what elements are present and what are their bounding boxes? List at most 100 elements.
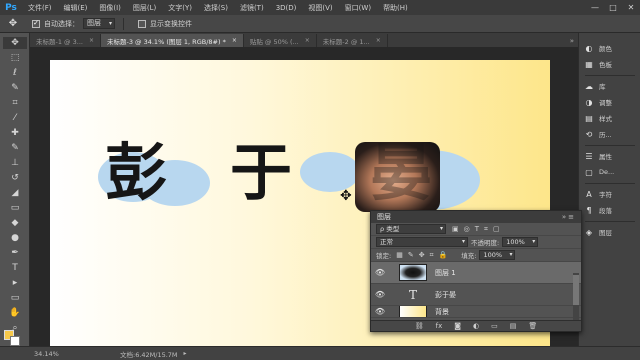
move-tool-icon[interactable]: ✥: [0, 15, 26, 33]
fill-field[interactable]: 100%: [479, 250, 516, 260]
blend-mode-dropdown[interactable]: 正常: [376, 237, 468, 247]
clone-stamp-tool-icon[interactable]: ⊥: [3, 157, 27, 169]
menu-type[interactable]: 文字(Y): [162, 3, 198, 13]
properties-panel-button[interactable]: ☰ 属性: [582, 149, 638, 163]
options-divider: [123, 17, 124, 30]
tab-untitled-1[interactable]: 未标题-1 @ 3... ×: [30, 34, 101, 47]
tab-close-icon[interactable]: ×: [232, 37, 237, 44]
type-filter-icon[interactable]: T: [475, 225, 479, 234]
opacity-field[interactable]: 100%: [502, 237, 539, 247]
tab-label: 未标题-3 @ 34.1% (图层 1, RGB/8#) *: [106, 37, 226, 46]
history-panel-button[interactable]: ⟲ 历...: [582, 127, 638, 141]
pixel-filter-icon[interactable]: ▣: [452, 225, 459, 234]
minimize-icon[interactable]: —: [586, 0, 604, 15]
brush-tool-icon[interactable]: ✎: [3, 142, 27, 154]
lock-artboard-icon[interactable]: ⌗: [430, 251, 434, 260]
lasso-tool-icon[interactable]: ℓ: [3, 67, 27, 79]
layer-row-layer-1[interactable]: 👁 图层 1: [371, 262, 581, 284]
move-tool-icon[interactable]: ✥: [3, 37, 27, 49]
quick-select-tool-icon[interactable]: ✎: [3, 82, 27, 94]
menu-help[interactable]: 帮助(H): [377, 3, 414, 13]
tabs-overflow-icon[interactable]: »: [570, 34, 578, 47]
lock-position-icon[interactable]: ✥: [419, 251, 425, 260]
dock-label: 历...: [599, 131, 612, 139]
gradient-tool-icon[interactable]: ▭: [3, 202, 27, 214]
adjustments-panel-button[interactable]: ◑ 调整: [582, 95, 638, 109]
eyedropper-tool-icon[interactable]: ⁄: [3, 112, 27, 124]
visibility-eye-icon[interactable]: 👁: [371, 290, 389, 299]
auto-select-dropdown[interactable]: 图层: [83, 18, 115, 29]
status-menu-arrow-icon[interactable]: ▸: [184, 350, 187, 357]
tab-close-icon[interactable]: ×: [376, 37, 381, 44]
dodge-tool-icon[interactable]: ●: [3, 232, 27, 244]
menu-image[interactable]: 图像(I): [93, 3, 127, 13]
delete-layer-icon[interactable]: 🗑: [528, 322, 537, 330]
device-preview-panel-button[interactable]: ▢ De...: [582, 165, 638, 179]
visibility-eye-icon[interactable]: 👁: [371, 268, 389, 277]
path-selection-tool-icon[interactable]: ▸: [3, 277, 27, 289]
new-layer-icon[interactable]: ▤: [510, 322, 517, 330]
layer-row-text[interactable]: 👁 T 彭于晏: [371, 284, 581, 306]
layers-scrollbar-thumb[interactable]: [573, 275, 579, 305]
history-brush-tool-icon[interactable]: ↺: [3, 172, 27, 184]
menu-edit[interactable]: 编辑(E): [58, 3, 94, 13]
close-icon[interactable]: ✕: [622, 0, 640, 15]
menu-select[interactable]: 选择(S): [198, 3, 234, 13]
menu-3d[interactable]: 3D(D): [270, 4, 303, 12]
menu-layer[interactable]: 图层(L): [127, 3, 162, 13]
eraser-tool-icon[interactable]: ◢: [3, 187, 27, 199]
tab-close-icon[interactable]: ×: [89, 37, 94, 44]
canvas-character-yan: 晏: [370, 136, 432, 209]
menu-view[interactable]: 视图(V): [302, 3, 338, 13]
background-color-swatch[interactable]: [10, 336, 20, 346]
layer-row-background[interactable]: 👁 背景: [371, 306, 581, 318]
libraries-panel-button[interactable]: ☁ 库: [582, 79, 638, 93]
maximize-icon[interactable]: □: [604, 0, 622, 15]
tab-close-icon[interactable]: ×: [305, 37, 310, 44]
status-bar: 34.14% 文档:6.42M/15.7M ▸: [0, 346, 640, 360]
hand-tool-icon[interactable]: ✋: [3, 307, 27, 319]
rectangle-tool-icon[interactable]: ▭: [3, 292, 27, 304]
layers-panel-header[interactable]: 图层 »≡: [371, 211, 581, 223]
dock-label: 图层: [599, 229, 612, 237]
color-panel-button[interactable]: ◐ 颜色: [582, 41, 638, 55]
tab-paste[interactable]: 贴贴 @ 50% (... ×: [244, 34, 317, 47]
paragraph-panel-button[interactable]: ¶ 段落: [582, 203, 638, 217]
link-layers-icon[interactable]: ⛓: [415, 322, 424, 330]
menu-window[interactable]: 窗口(W): [339, 3, 377, 13]
tab-untitled-2[interactable]: 未标题-2 @ 1... ×: [317, 34, 388, 47]
show-transform-checkbox[interactable]: [138, 19, 146, 28]
swatches-panel-button[interactable]: ▦ 色板: [582, 57, 638, 71]
visibility-eye-icon[interactable]: 👁: [371, 307, 389, 316]
lock-all-icon[interactable]: 🔒: [439, 251, 448, 260]
dock-divider: [585, 75, 635, 76]
dock-label: 颜色: [599, 45, 612, 53]
new-group-icon[interactable]: ▭: [491, 322, 498, 330]
paragraph-panel-icon: ¶: [586, 205, 592, 215]
character-panel-button[interactable]: A 字符: [582, 187, 638, 201]
pen-tool-icon[interactable]: ✒: [3, 247, 27, 259]
shape-filter-icon[interactable]: ⌗: [484, 225, 488, 234]
lock-transparency-icon[interactable]: ▦: [396, 251, 403, 260]
blur-tool-icon[interactable]: ◆: [3, 217, 27, 229]
zoom-level[interactable]: 34.14%: [0, 350, 60, 358]
type-tool-icon[interactable]: T: [3, 262, 27, 274]
layer-filter-dropdown[interactable]: ρ 类型: [376, 224, 446, 234]
styles-panel-button[interactable]: ▤ 样式: [582, 111, 638, 125]
auto-select-checkbox[interactable]: ✓: [32, 19, 40, 28]
adjustment-filter-icon[interactable]: ◎: [464, 225, 470, 234]
marquee-tool-icon[interactable]: ⬚: [3, 52, 27, 64]
layer-style-icon[interactable]: fx: [436, 322, 443, 330]
adjustment-layer-icon[interactable]: ◐: [473, 322, 479, 330]
tab-untitled-3[interactable]: 未标题-3 @ 34.1% (图层 1, RGB/8#) * ×: [100, 34, 244, 47]
add-mask-icon[interactable]: ◙: [454, 322, 461, 330]
crop-tool-icon[interactable]: ⌗: [3, 97, 27, 109]
menu-filter[interactable]: 滤镜(T): [234, 3, 270, 13]
layers-panel-button[interactable]: ◈ 图层: [582, 225, 638, 239]
healing-brush-tool-icon[interactable]: ✚: [3, 127, 27, 139]
smart-object-filter-icon[interactable]: ▢: [493, 225, 500, 234]
menu-file[interactable]: 文件(F): [22, 3, 58, 13]
panel-menu-icon[interactable]: »≡: [562, 213, 581, 221]
lock-pixels-icon[interactable]: ✎: [408, 251, 414, 260]
auto-select-label: 自动选择：: [44, 19, 79, 28]
